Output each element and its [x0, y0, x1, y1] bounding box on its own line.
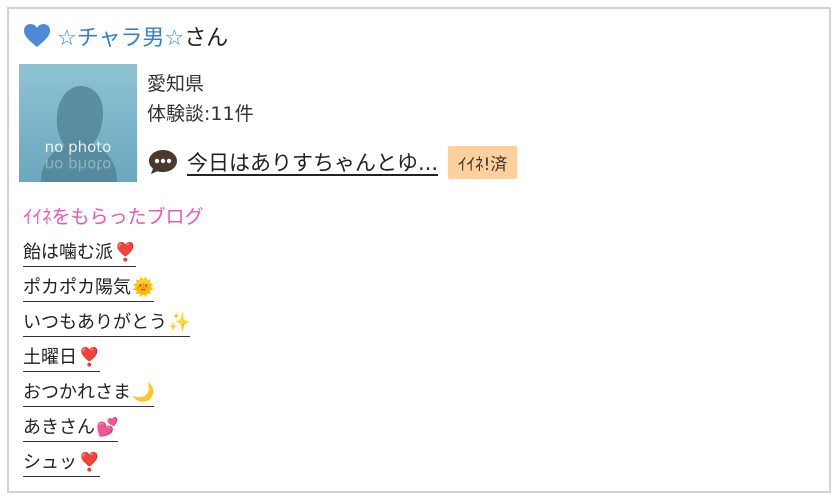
user-card: ☆チャラ男☆ さん no photo no photo 愛知県 体験談:11件 …	[7, 7, 831, 493]
blog-list: 飴は噛む派❣️ ポカポカ陽気🌞 いつもありがとう✨ 土曜日❣️ おつかれさま🌙 …	[23, 241, 191, 486]
blog-link[interactable]: あきさん💕	[23, 416, 119, 442]
user-location: 愛知県	[147, 73, 205, 95]
heart-icon	[24, 24, 50, 47]
user-title-row: ☆チャラ男☆ さん	[23, 21, 228, 51]
blog-link[interactable]: おつかれさま🌙	[23, 381, 155, 407]
user-name-suffix: さん	[184, 26, 229, 51]
user-info: 愛知県 体験談:11件	[147, 69, 254, 129]
blog-emoji: ❣️	[114, 242, 137, 263]
blog-title: ポカポカ陽気	[23, 277, 131, 298]
blog-emoji: 💕	[96, 417, 119, 438]
list-item: いつもありがとう✨	[23, 311, 191, 346]
list-item: ポカポカ陽気🌞	[23, 276, 190, 311]
user-name-link[interactable]: ☆チャラ男☆	[57, 20, 184, 52]
blog-title: おつかれさま	[23, 382, 131, 403]
blog-emoji: ❣️	[78, 452, 101, 473]
blog-title: 飴は噛む派	[23, 242, 113, 263]
blog-link[interactable]: 土曜日❣️	[23, 346, 101, 372]
list-item: おつかれさま🌙	[23, 381, 190, 416]
no-photo-label: no photo	[44, 138, 112, 156]
blog-emoji: ❣️	[78, 347, 101, 368]
list-item: 土曜日❣️	[23, 346, 190, 381]
blog-emoji: 🌞	[132, 277, 155, 298]
blog-title: いつもありがとう	[23, 312, 167, 333]
list-item: 飴は噛む派❣️	[23, 241, 190, 276]
blog-link[interactable]: シュッ❣️	[23, 451, 101, 477]
blog-link[interactable]: 飴は噛む派❣️	[23, 241, 137, 267]
avatar[interactable]: no photo no photo	[19, 64, 137, 182]
list-item: あきさん💕	[23, 416, 190, 451]
latest-review-row: 今日はありすちゃんとゆ... ｲｲﾈ!済	[147, 145, 518, 179]
blog-title: 土曜日	[23, 347, 77, 368]
review-count: 体験談:11件	[147, 103, 254, 125]
blog-link[interactable]: ポカポカ陽気🌞	[23, 276, 155, 302]
blog-emoji: 🌙	[132, 382, 155, 403]
latest-review-link[interactable]: 今日はありすちゃんとゆ...	[187, 147, 438, 177]
blog-section-title: ｲｲﾈをもらったブログ	[23, 206, 204, 228]
blog-emoji: ✨	[168, 312, 191, 333]
blog-title: シュッ	[23, 452, 77, 473]
iine-done-badge: ｲｲﾈ!済	[448, 145, 518, 179]
chat-bubble-icon	[149, 150, 177, 174]
blog-title: あきさん	[23, 417, 95, 438]
list-item: シュッ❣️	[23, 451, 190, 486]
blog-link[interactable]: いつもありがとう✨	[23, 311, 191, 337]
no-photo-reflection: no photo	[44, 156, 112, 174]
